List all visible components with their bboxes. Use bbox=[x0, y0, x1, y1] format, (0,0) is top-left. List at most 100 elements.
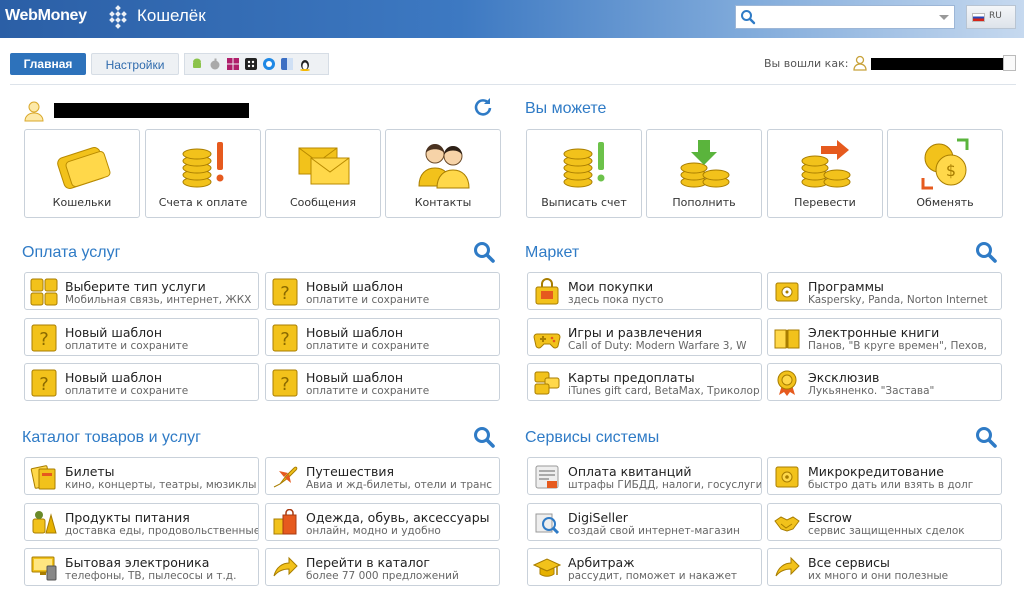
refresh-icon[interactable] bbox=[473, 97, 493, 117]
search-input[interactable] bbox=[735, 5, 955, 29]
list-item-my-purchases[interactable]: Мои покупки здесь пока пусто bbox=[527, 272, 762, 310]
tile-top-up[interactable]: Пополнить bbox=[646, 129, 762, 218]
question-mark-icon: ? bbox=[31, 369, 57, 397]
logout-button[interactable] bbox=[1003, 55, 1016, 71]
award-ribbon-icon bbox=[777, 370, 797, 396]
item-subtitle: Мобильная связь, интернет, ЖКХ bbox=[65, 294, 252, 306]
platform-icons-bar bbox=[184, 53, 329, 75]
webmoney-logo-text[interactable]: WebMoney bbox=[5, 7, 87, 25]
item-title: Перейти в каталог bbox=[306, 555, 430, 570]
tile-label: Кошельки bbox=[52, 196, 112, 209]
exchange-icon: $ bbox=[921, 138, 969, 190]
list-item-prepaid-cards[interactable]: Карты предоплаты iTunes gift card, BetaM… bbox=[527, 363, 762, 401]
user-wmid-redacted bbox=[54, 103, 249, 118]
graduation-cap-icon bbox=[533, 558, 561, 577]
search-icon[interactable] bbox=[473, 426, 495, 448]
linux-icon[interactable] bbox=[298, 57, 312, 71]
list-item-tickets[interactable]: Билеты кино, концерты, театры, мюзиклы bbox=[24, 457, 259, 495]
item-title: Оплата квитанций bbox=[568, 464, 692, 479]
list-item-food[interactable]: Продукты питания доставка еды, продоволь… bbox=[24, 503, 259, 541]
browser-icon[interactable] bbox=[262, 57, 276, 71]
mac-finder-icon[interactable] bbox=[280, 57, 294, 71]
tile-label: Контакты bbox=[414, 196, 472, 209]
item-title: Карты предоплаты bbox=[568, 370, 695, 385]
magnifier-store-icon bbox=[535, 513, 560, 535]
android-icon[interactable] bbox=[190, 57, 204, 71]
language-code: RU bbox=[989, 11, 1002, 21]
item-subtitle: Kaspersky, Panda, Norton Internet bbox=[808, 294, 988, 306]
apple-icon[interactable] bbox=[208, 57, 222, 71]
list-item-travel[interactable]: Путешествия Авиа и жд-билеты, отели и тр… bbox=[265, 457, 500, 495]
item-title: Путешествия bbox=[306, 464, 395, 479]
airplane-icon bbox=[273, 466, 298, 488]
list-item-go-to-catalog[interactable]: Перейти в каталог более 77 000 предложен… bbox=[265, 548, 500, 586]
list-item-service-type[interactable]: Выберите тип услуги Мобильная связь, инт… bbox=[24, 272, 259, 310]
item-title: Новый шаблон bbox=[306, 370, 403, 385]
search-icon[interactable] bbox=[975, 426, 997, 448]
list-item-clothing[interactable]: Одежда, обувь, аксессуары онлайн, модно … bbox=[265, 503, 500, 541]
svg-text:?: ? bbox=[280, 283, 290, 304]
svg-text:?: ? bbox=[39, 374, 49, 395]
tile-issue-invoice[interactable]: Выписать счет bbox=[526, 129, 642, 218]
list-item-new-template[interactable]: ? Новый шаблон оплатите и сохраните bbox=[265, 363, 500, 401]
tile-label: Пополнить bbox=[672, 196, 736, 209]
list-item-new-template[interactable]: ? Новый шаблон оплатите и сохраните bbox=[24, 363, 259, 401]
list-item-software[interactable]: Программы Kaspersky, Panda, Norton Inter… bbox=[767, 272, 1002, 310]
item-title: Арбитраж bbox=[568, 555, 635, 570]
item-subtitle: более 77 000 предложений bbox=[306, 570, 459, 582]
windows-icon[interactable] bbox=[226, 57, 240, 71]
tile-messages[interactable]: Сообщения bbox=[265, 129, 381, 218]
item-title: Программы bbox=[808, 279, 884, 294]
tile-contacts[interactable]: Контакты bbox=[385, 129, 501, 218]
list-item-digiseller[interactable]: DigiSeller создай свой интернет-магазин bbox=[527, 503, 762, 541]
svg-text:?: ? bbox=[39, 329, 49, 350]
gamepad-icon bbox=[533, 333, 561, 349]
list-item-pay-receipts[interactable]: Оплата квитанций штрафы ГИБДД, налоги, г… bbox=[527, 457, 762, 495]
app-name: Кошелёк bbox=[137, 6, 206, 25]
list-item-new-template[interactable]: ? Новый шаблон оплатите и сохраните bbox=[265, 318, 500, 356]
search-icon[interactable] bbox=[975, 241, 997, 263]
list-item-ebooks[interactable]: Электронные книги Панов, "В круге времен… bbox=[767, 318, 1002, 356]
arrow-right-icon bbox=[273, 556, 298, 577]
section-title-payments: Оплата услуг bbox=[22, 244, 121, 261]
list-item-arbitration[interactable]: Арбитраж рассудит, поможет и накажет bbox=[527, 548, 762, 586]
list-item-games[interactable]: Игры и развлечения Call of Duty: Modern … bbox=[527, 318, 762, 356]
item-title: Новый шаблон bbox=[306, 325, 403, 340]
section-title-catalog: Каталог товаров и услуг bbox=[22, 429, 201, 446]
tickets-icon bbox=[30, 465, 56, 490]
item-subtitle: Панов, "В круге времен", Пехов, bbox=[808, 340, 987, 352]
tile-transfer[interactable]: Перевести bbox=[767, 129, 883, 218]
tab-settings[interactable]: Настройки bbox=[91, 53, 179, 75]
list-item-microcredit[interactable]: Микрокредитование быстро дать или взять … bbox=[767, 457, 1002, 495]
list-item-electronics[interactable]: Бытовая электроника телефоны, ТВ, пылесо… bbox=[24, 548, 259, 586]
logged-in-username-redacted[interactable] bbox=[871, 58, 1009, 70]
language-selector[interactable]: RU bbox=[966, 5, 1016, 29]
item-title: Выберите тип услуги bbox=[65, 279, 206, 294]
electronics-icon bbox=[31, 556, 57, 581]
item-subtitle: Лукьяненко. "Застава" bbox=[808, 385, 935, 397]
chevron-down-icon[interactable] bbox=[939, 15, 949, 20]
list-item-new-template[interactable]: ? Новый шаблон оплатите и сохраните bbox=[24, 318, 259, 356]
list-item-new-template[interactable]: ? Новый шаблон оплатите и сохраните bbox=[265, 272, 500, 310]
section-title-you-can: Вы можете bbox=[525, 100, 607, 117]
question-mark-icon: ? bbox=[272, 369, 298, 397]
item-subtitle: сервис защищенных сделок bbox=[808, 525, 965, 537]
tab-main[interactable]: Главная bbox=[10, 53, 86, 75]
food-icon bbox=[32, 511, 57, 534]
search-icon[interactable] bbox=[473, 241, 495, 263]
arrow-right-icon bbox=[775, 556, 800, 577]
tile-label: Сообщения bbox=[289, 196, 356, 209]
blackberry-icon[interactable] bbox=[244, 57, 258, 71]
tile-wallets[interactable]: Кошельки bbox=[24, 129, 140, 218]
item-subtitle: телефоны, ТВ, пылесосы и т.д. bbox=[65, 570, 237, 582]
receipt-icon bbox=[535, 465, 559, 489]
item-subtitle: оплатите и сохраните bbox=[306, 385, 430, 397]
tile-invoices-to-pay[interactable]: Счета к оплате bbox=[145, 129, 261, 218]
coins-exclamation-icon bbox=[182, 142, 224, 188]
list-item-escrow[interactable]: Escrow сервис защищенных сделок bbox=[767, 503, 1002, 541]
tile-exchange[interactable]: $ Обменять bbox=[887, 129, 1003, 218]
transfer-icon bbox=[801, 140, 851, 188]
item-title: Электронные книги bbox=[808, 325, 940, 340]
list-item-all-services[interactable]: Все сервисы их много и они полезные bbox=[767, 548, 1002, 586]
list-item-exclusive[interactable]: Эксклюзив Лукьяненко. "Застава" bbox=[767, 363, 1002, 401]
